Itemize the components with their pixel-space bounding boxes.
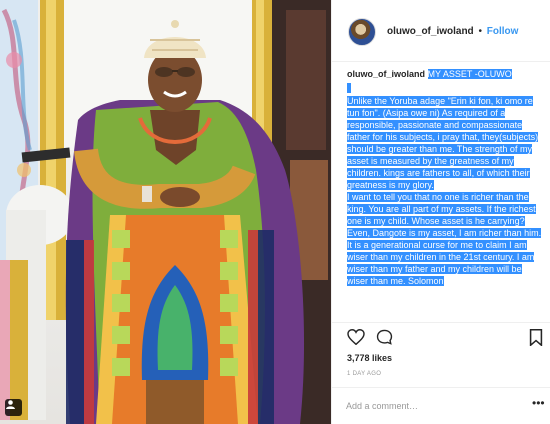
comment-input[interactable]: [346, 398, 526, 414]
caption-paragraph-1: Unlike the Yoruba adage "Erin ki fon, ki…: [347, 95, 539, 190]
header-username[interactable]: oluwo_of_iwoland: [387, 26, 474, 37]
person-tag-icon: [6, 400, 15, 409]
header-separator: •: [478, 26, 482, 37]
selection-gap: [347, 82, 351, 93]
caption-paragraph-3: It is a generational curse for me to cla…: [347, 239, 535, 286]
header-text: oluwo_of_iwoland • Follow: [387, 26, 518, 37]
comment-bubble-icon[interactable]: [376, 329, 393, 345]
likes-count[interactable]: 3,778 likes: [347, 353, 392, 363]
post-header: oluwo_of_iwoland • Follow: [332, 0, 550, 62]
caption-username[interactable]: oluwo_of_iwoland: [347, 69, 425, 79]
caption-title: MY ASSET -OLUWO: [427, 69, 512, 79]
photo-illustration: [0, 0, 331, 424]
user-tag-button[interactable]: [5, 399, 22, 416]
post-photo[interactable]: [0, 0, 331, 424]
follow-button[interactable]: Follow: [487, 26, 519, 37]
more-dots-icon[interactable]: •••: [532, 396, 545, 410]
comment-box: •••: [332, 387, 550, 424]
post-details-panel: oluwo_of_iwoland • Follow oluwo_of_iwola…: [331, 0, 550, 424]
heart-icon[interactable]: [347, 329, 365, 345]
bookmark-icon[interactable]: [529, 329, 543, 346]
caption: oluwo_of_iwoland MY ASSET -OLUWO Unlike …: [347, 68, 543, 322]
avatar[interactable]: [348, 18, 376, 46]
actions-section: 3,778 likes 1 DAY AGO •••: [332, 322, 550, 424]
post-timestamp[interactable]: 1 DAY AGO: [347, 371, 381, 377]
caption-paragraph-2: I want to tell you that no one is richer…: [347, 191, 542, 238]
